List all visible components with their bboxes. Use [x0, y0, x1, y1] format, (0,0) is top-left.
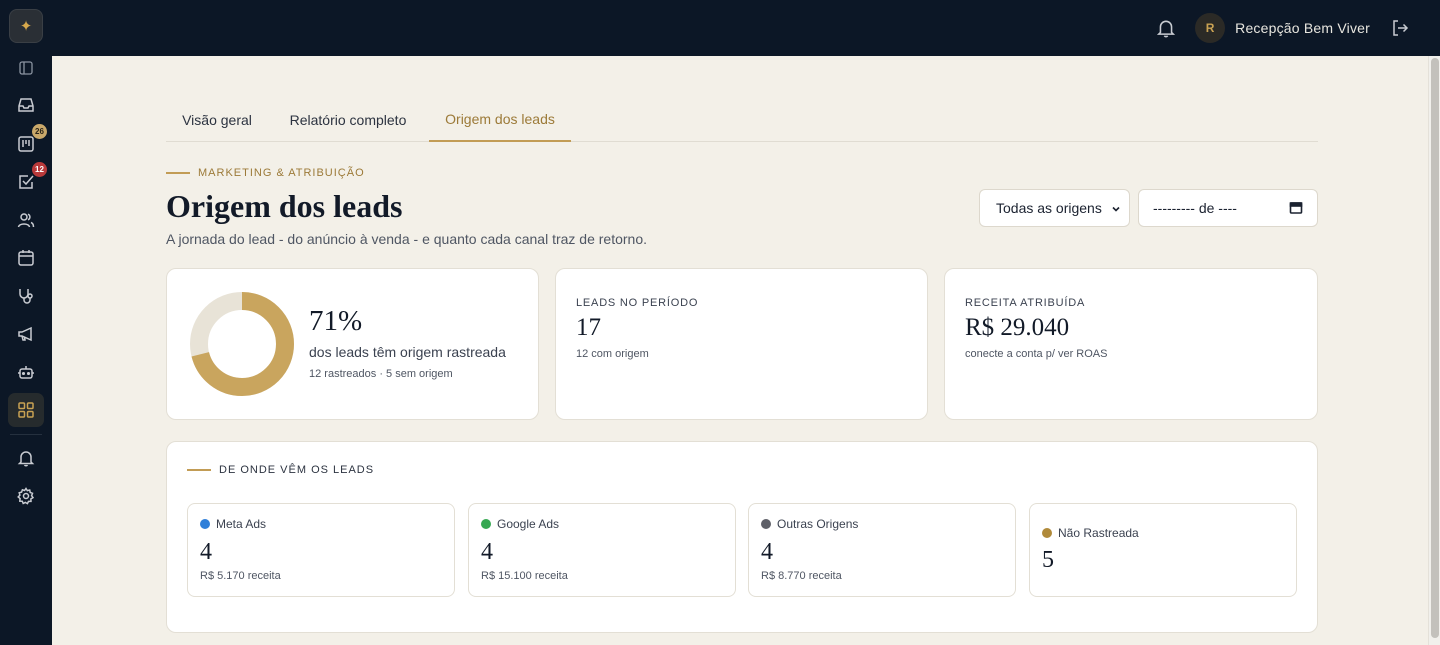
inbox-icon: [18, 98, 34, 112]
sidebar-item-contacts[interactable]: [8, 203, 44, 237]
leads-value: 17: [576, 314, 601, 341]
app-logo[interactable]: ✦: [9, 9, 43, 43]
source-color-dot: [761, 519, 771, 529]
grid-icon: [18, 402, 34, 418]
sidebar-item-tasks[interactable]: 12: [8, 162, 47, 199]
source-name: Não Rastreada: [1042, 526, 1139, 540]
tasks-badge: 12: [32, 162, 47, 177]
lead-sources-panel: DE ONDE VÊM OS LEADS Meta Ads 4 R$ 5.170…: [166, 441, 1318, 633]
source-name-label: Outras Origens: [777, 517, 859, 531]
avatar: R: [1195, 13, 1226, 43]
users-icon: [17, 213, 35, 228]
source-color-dot: [200, 519, 210, 529]
page-subtitle: A jornada do lead - do anúncio à venda -…: [166, 231, 648, 247]
sidebar-item-clinical[interactable]: [8, 279, 44, 313]
sidebar-divider: [10, 434, 42, 435]
page-scrollbar[interactable]: [1428, 56, 1440, 645]
source-name: Meta Ads: [200, 517, 266, 531]
tab-relatorio-completo[interactable]: Relatório completo: [274, 98, 422, 142]
source-card-google-ads[interactable]: Google Ads 4 R$ 15.100 receita: [468, 503, 736, 597]
revenue-sub: conecte a conta p/ ver ROAS: [965, 348, 1108, 360]
tab-bar: Visão geral Relatório completo Origem do…: [166, 98, 1318, 142]
sources-eyebrow: DE ONDE VÊM OS LEADS: [187, 464, 374, 476]
leads-label: LEADS NO PERÍODO: [576, 297, 699, 309]
date-input-value: --------- de ----: [1153, 200, 1237, 216]
sidebar-item-automation[interactable]: [8, 355, 44, 389]
month-date-input[interactable]: --------- de ----: [1138, 189, 1318, 227]
gear-icon: [17, 487, 35, 505]
source-card-meta-ads[interactable]: Meta Ads 4 R$ 5.170 receita: [187, 503, 455, 597]
sources-eyebrow-text: DE ONDE VÊM OS LEADS: [219, 464, 375, 476]
tab-origem-dos-leads[interactable]: Origem dos leads: [429, 98, 571, 142]
source-color-dot: [1042, 528, 1052, 538]
user-menu[interactable]: R Recepção Bem Viver: [1195, 13, 1370, 43]
origin-select-value: Todas as origens: [996, 200, 1102, 216]
source-value: 4: [200, 539, 212, 565]
chevron-down-icon: [1112, 206, 1120, 212]
tracked-percent: 71%: [309, 305, 363, 337]
calendar-icon: [18, 250, 34, 266]
bot-icon: [18, 366, 34, 379]
megaphone-icon: [18, 326, 32, 342]
sidebar: ✦ 26 12: [0, 0, 52, 645]
logout-button[interactable]: [1390, 18, 1410, 38]
tracking-donut-chart: [190, 292, 294, 396]
source-value: 4: [481, 539, 493, 565]
sidebar-item-marketing[interactable]: [8, 317, 44, 351]
sidebar-item-inbox[interactable]: [8, 88, 44, 122]
sidebar-item-dashboards[interactable]: [8, 393, 44, 427]
logout-icon: [1393, 20, 1409, 36]
sparkle-icon: ✦: [19, 18, 33, 35]
calendar-icon[interactable]: [1289, 201, 1303, 215]
source-name-label: Não Rastreada: [1058, 526, 1139, 540]
kanban-badge: 26: [32, 124, 47, 139]
source-color-dot: [481, 519, 491, 529]
eyebrow-line: [166, 172, 190, 174]
revenue-label: RECEITA ATRIBUÍDA: [965, 297, 1086, 309]
bell-icon: [1157, 20, 1176, 38]
sidebar-item-settings[interactable]: [8, 479, 44, 513]
source-name: Google Ads: [481, 517, 559, 531]
tracking-card: 71% dos leads têm origem rastreada 12 ra…: [166, 268, 539, 420]
source-card-outras-origens[interactable]: Outras Origens 4 R$ 8.770 receita: [748, 503, 1016, 597]
scrollbar-thumb[interactable]: [1431, 58, 1439, 638]
source-name-label: Google Ads: [497, 517, 560, 531]
eyebrow-line: [187, 469, 211, 471]
page-title: Origem dos leads: [166, 188, 403, 224]
source-revenue: R$ 8.770 receita: [761, 570, 842, 582]
origin-select[interactable]: Todas as origens: [979, 189, 1130, 227]
tab-visao-geral[interactable]: Visão geral: [166, 98, 268, 142]
source-revenue: R$ 15.100 receita: [481, 570, 568, 582]
sidebar-item-kanban[interactable]: 26: [8, 124, 47, 161]
user-name: Recepção Bem Viver: [1235, 20, 1370, 36]
revenue-card: RECEITA ATRIBUÍDA R$ 29.040 conecte a co…: [944, 268, 1318, 420]
notifications-button[interactable]: [1155, 17, 1177, 39]
revenue-value: R$ 29.040: [965, 314, 1070, 341]
tracked-percent-label: dos leads têm origem rastreada: [309, 344, 506, 360]
source-card-nao-rastreada[interactable]: Não Rastreada 5: [1029, 503, 1297, 597]
top-bar: R Recepção Bem Viver: [52, 0, 1440, 56]
source-name: Outras Origens: [761, 517, 858, 531]
eyebrow-text: MARKETING & ATRIBUIÇÃO: [198, 167, 365, 179]
sidebar-toggle-button[interactable]: [8, 51, 44, 85]
bell-icon: [17, 451, 35, 467]
kanban-icon: [18, 136, 34, 152]
source-value: 4: [761, 539, 773, 565]
page-eyebrow: MARKETING & ATRIBUIÇÃO: [166, 167, 365, 179]
source-revenue: R$ 5.170 receita: [200, 570, 281, 582]
checkbox-icon: [19, 175, 34, 189]
source-value: 5: [1042, 547, 1054, 573]
stethoscope-icon: [19, 289, 33, 304]
panel-icon: [19, 61, 33, 75]
source-name-label: Meta Ads: [216, 517, 267, 531]
leads-sub: 12 com origem: [576, 348, 649, 360]
tracked-detail: 12 rastreados · 5 sem origem: [309, 368, 453, 380]
leads-card: LEADS NO PERÍODO 17 12 com origem: [555, 268, 928, 420]
sidebar-item-calendar[interactable]: [8, 241, 44, 275]
sidebar-item-notifications[interactable]: [8, 441, 44, 475]
